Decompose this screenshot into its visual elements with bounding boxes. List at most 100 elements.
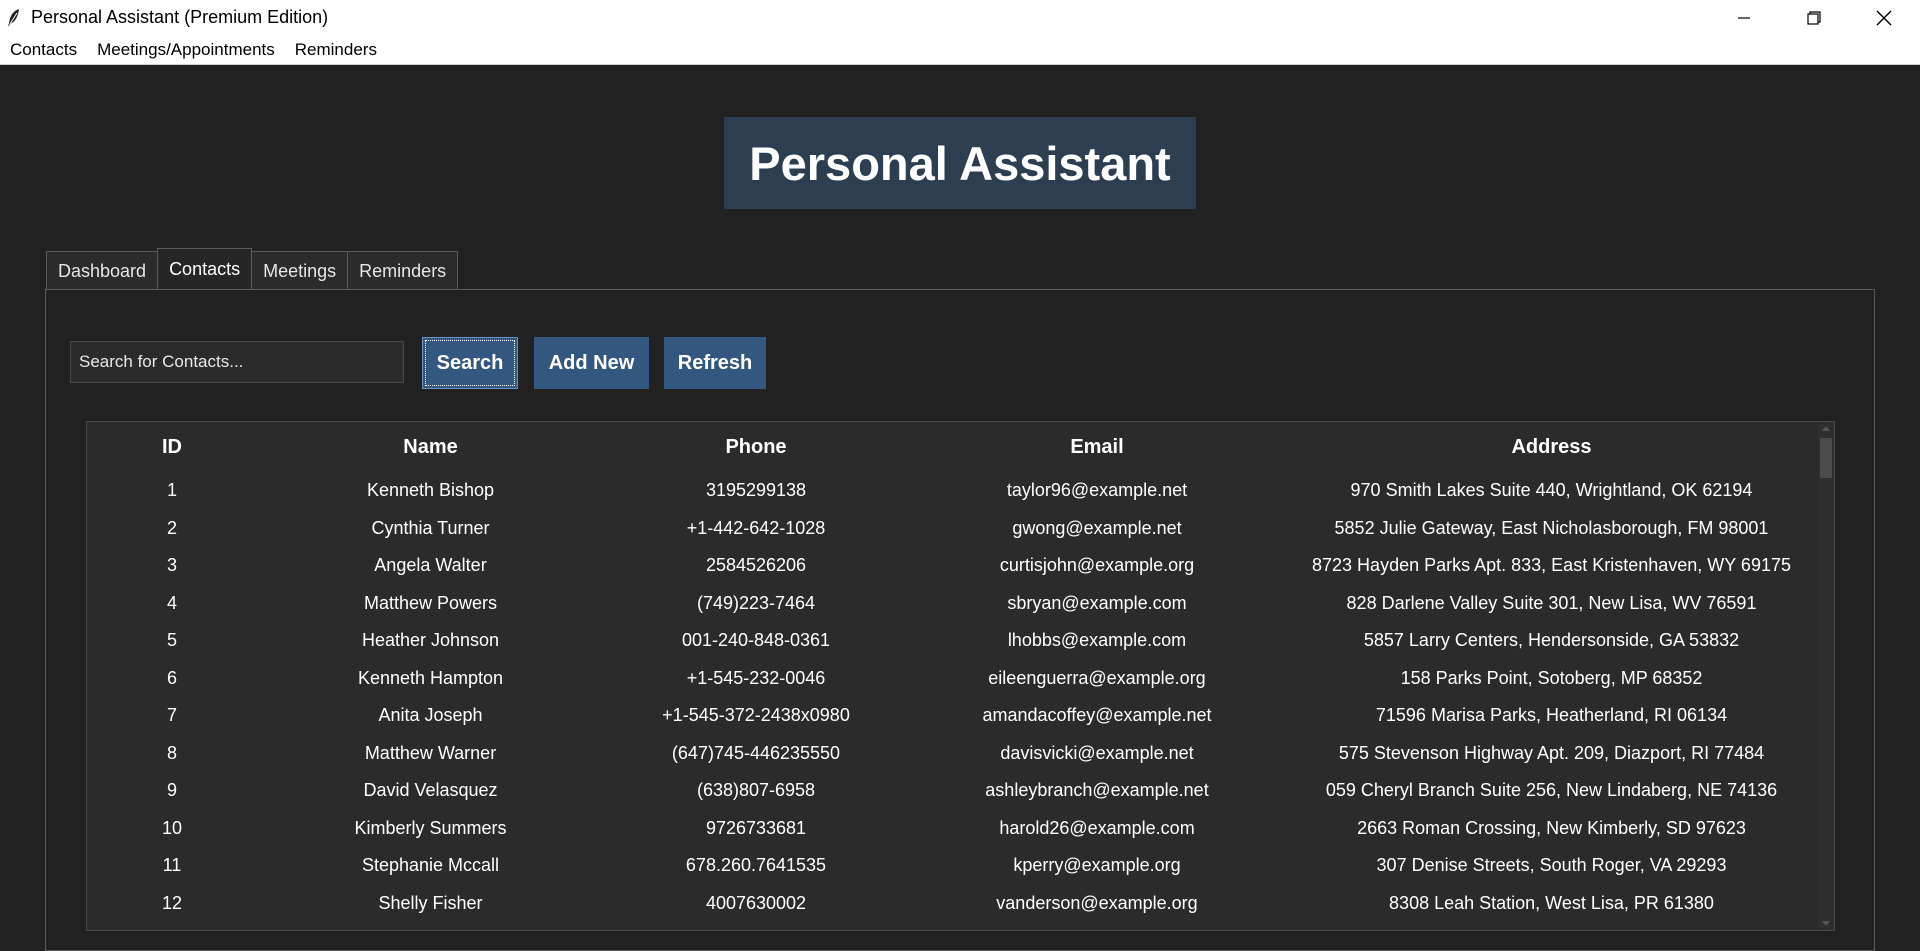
table-row[interactable]: 12 Shelly Fisher 4007630002 vanderson@examp… xyxy=(87,885,1817,923)
title-bar: Personal Assistant (Premium Edition) xyxy=(0,0,1920,35)
cell-name: Cynthia Turner xyxy=(371,517,490,538)
scroll-up-icon[interactable] xyxy=(1822,426,1830,431)
cell-phone: (647)745-446235550 xyxy=(671,742,841,763)
cell-address: 71596 Marisa Parks, Heatherland, RI 0613… xyxy=(1375,705,1728,726)
table-row[interactable]: 5 Heather Johnson 001-240-848-0361 lhobbs@e… xyxy=(87,622,1817,660)
cell-id: 4 xyxy=(166,592,177,613)
cell-address: 8723 Hayden Parks Apt. 833, East Kristen… xyxy=(1312,555,1791,576)
cell-email: kperry@example.org xyxy=(1013,855,1181,876)
contacts-table[interactable]: ID Name Phone Email Address 1 Kenneth Bis… xyxy=(86,421,1835,931)
refresh-button[interactable]: Refresh xyxy=(664,337,766,389)
cell-address: 828 Darlene Valley Suite 301, New Lisa, … xyxy=(1346,592,1757,613)
table-row[interactable]: 7 Anita Joseph +1-545-372-2438x0980 amandac… xyxy=(87,697,1817,735)
cell-email: amandacoffey@example.net xyxy=(982,705,1212,726)
cell-phone: (749)223-7464 xyxy=(696,592,816,613)
table-row[interactable]: 10 Kimberly Summers 9726733681 harold26@exa… xyxy=(87,810,1817,848)
cell-email: gwong@example.net xyxy=(1012,517,1182,538)
cell-id: 12 xyxy=(161,892,183,913)
cell-id: 7 xyxy=(166,705,177,726)
table-row[interactable]: 2 Cynthia Turner +1-442-642-1028 gwong@exam… xyxy=(87,510,1817,548)
cell-name: Heather Johnson xyxy=(361,630,500,651)
cell-id: 9 xyxy=(166,780,177,801)
tab-reminders[interactable]: Reminders xyxy=(347,251,459,290)
cell-address: 307 Denise Streets, South Roger, VA 2929… xyxy=(1376,855,1727,876)
cell-address: 2663 Roman Crossing, New Kimberly, SD 97… xyxy=(1357,817,1746,838)
cell-name: Stephanie Mccall xyxy=(361,855,500,876)
column-header-id[interactable]: ID xyxy=(87,422,257,472)
search-input[interactable] xyxy=(70,341,404,383)
cell-phone: 3195299138 xyxy=(705,480,807,501)
cell-phone: 9726733681 xyxy=(705,817,807,838)
tab-contacts[interactable]: Contacts xyxy=(157,248,253,290)
table-body: 1 Kenneth Bishop 3195299138 taylor96@exampl… xyxy=(87,472,1817,922)
cell-id: 1 xyxy=(166,480,177,501)
column-header-phone[interactable]: Phone xyxy=(604,422,908,472)
column-header-name[interactable]: Name xyxy=(257,422,604,472)
close-button[interactable] xyxy=(1849,0,1919,35)
app-banner-title: Personal Assistant xyxy=(724,117,1196,209)
cell-email: vanderson@example.org xyxy=(996,892,1198,913)
cell-email: curtisjohn@example.org xyxy=(999,555,1195,576)
table-row[interactable]: 4 Matthew Powers (749)223-7464 sbryan@examp… xyxy=(87,585,1817,623)
cell-id: 5 xyxy=(166,630,177,651)
cell-address: 8308 Leah Station, West Lisa, PR 61380 xyxy=(1389,892,1714,913)
table-header: ID Name Phone Email Address xyxy=(87,422,1817,472)
cell-address: 5852 Julie Gateway, East Nicholasborough… xyxy=(1334,517,1769,538)
cell-name: David Velasquez xyxy=(363,780,498,801)
add-new-button[interactable]: Add New xyxy=(534,337,649,389)
cell-id: 11 xyxy=(162,855,182,876)
cell-name: Matthew Warner xyxy=(364,742,497,763)
table-row[interactable]: 11 Stephanie Mccall 678.260.7641535 kperry@… xyxy=(87,847,1817,885)
column-header-email[interactable]: Email xyxy=(908,422,1286,472)
cell-email: eileenguerra@example.org xyxy=(988,667,1206,688)
scrollbar-thumb[interactable] xyxy=(1820,438,1832,478)
menu-meetings-appointments[interactable]: Meetings/Appointments xyxy=(87,35,285,64)
cell-name: Shelly Fisher xyxy=(378,892,483,913)
cell-id: 8 xyxy=(166,742,177,763)
menu-bar: Contacts Meetings/Appointments Reminders xyxy=(0,35,1920,65)
cell-id: 3 xyxy=(166,555,177,576)
cell-id: 2 xyxy=(166,517,177,538)
cell-email: ashleybranch@example.net xyxy=(985,780,1209,801)
menu-reminders[interactable]: Reminders xyxy=(285,35,387,64)
cell-email: taylor96@example.net xyxy=(1006,480,1188,501)
table-row[interactable]: 6 Kenneth Hampton +1-545-232-0046 eileengue… xyxy=(87,660,1817,698)
cell-phone: +1-545-232-0046 xyxy=(686,667,826,688)
cell-name: Kimberly Summers xyxy=(354,817,507,838)
restore-icon xyxy=(1807,10,1821,25)
notebook-tabs: Dashboard Contacts Meetings Reminders xyxy=(46,248,459,290)
cell-email: lhobbs@example.com xyxy=(1007,630,1187,651)
cell-phone: +1-545-372-2438x0980 xyxy=(662,705,850,726)
table-scrollbar[interactable] xyxy=(1818,422,1834,930)
cell-name: Matthew Powers xyxy=(363,592,498,613)
table-row[interactable]: 3 Angela Walter 2584526206 curtisjohn@examp… xyxy=(87,547,1817,585)
cell-address: 5857 Larry Centers, Hendersonside, GA 53… xyxy=(1363,630,1740,651)
cell-name: Anita Joseph xyxy=(378,705,483,726)
restore-button[interactable] xyxy=(1779,0,1849,35)
column-header-address[interactable]: Address xyxy=(1286,422,1817,472)
minimize-icon xyxy=(1737,11,1751,25)
cell-phone: +1-442-642-1028 xyxy=(686,517,826,538)
menu-contacts[interactable]: Contacts xyxy=(0,35,87,64)
cell-name: Angela Walter xyxy=(374,555,487,576)
cell-address: 059 Cheryl Branch Suite 256, New Lindabe… xyxy=(1325,780,1778,801)
tab-dashboard[interactable]: Dashboard xyxy=(46,251,159,290)
table-row[interactable]: 1 Kenneth Bishop 3195299138 taylor96@exampl… xyxy=(87,472,1817,510)
cell-email: sbryan@example.com xyxy=(1007,592,1187,613)
cell-id: 10 xyxy=(161,817,183,838)
cell-name: Kenneth Hampton xyxy=(357,667,504,688)
cell-email: harold26@example.com xyxy=(999,817,1195,838)
scroll-down-icon[interactable] xyxy=(1822,921,1830,926)
tab-meetings[interactable]: Meetings xyxy=(251,251,349,290)
cell-name: Kenneth Bishop xyxy=(366,480,495,501)
cell-email: davisvicki@example.net xyxy=(1000,742,1194,763)
search-button[interactable]: Search xyxy=(422,337,518,389)
cell-phone: 4007630002 xyxy=(705,892,807,913)
window-title: Personal Assistant (Premium Edition) xyxy=(31,7,329,27)
table-row[interactable]: 9 David Velasquez (638)807-6958 ashleybranc… xyxy=(87,772,1817,810)
minimize-button[interactable] xyxy=(1709,0,1779,35)
table-row[interactable]: 8 Matthew Warner (647)745-446235550 davisvi… xyxy=(87,735,1817,773)
cell-phone: 2584526206 xyxy=(705,555,807,576)
cell-phone: (638)807-6958 xyxy=(696,780,816,801)
feather-icon xyxy=(7,8,23,28)
